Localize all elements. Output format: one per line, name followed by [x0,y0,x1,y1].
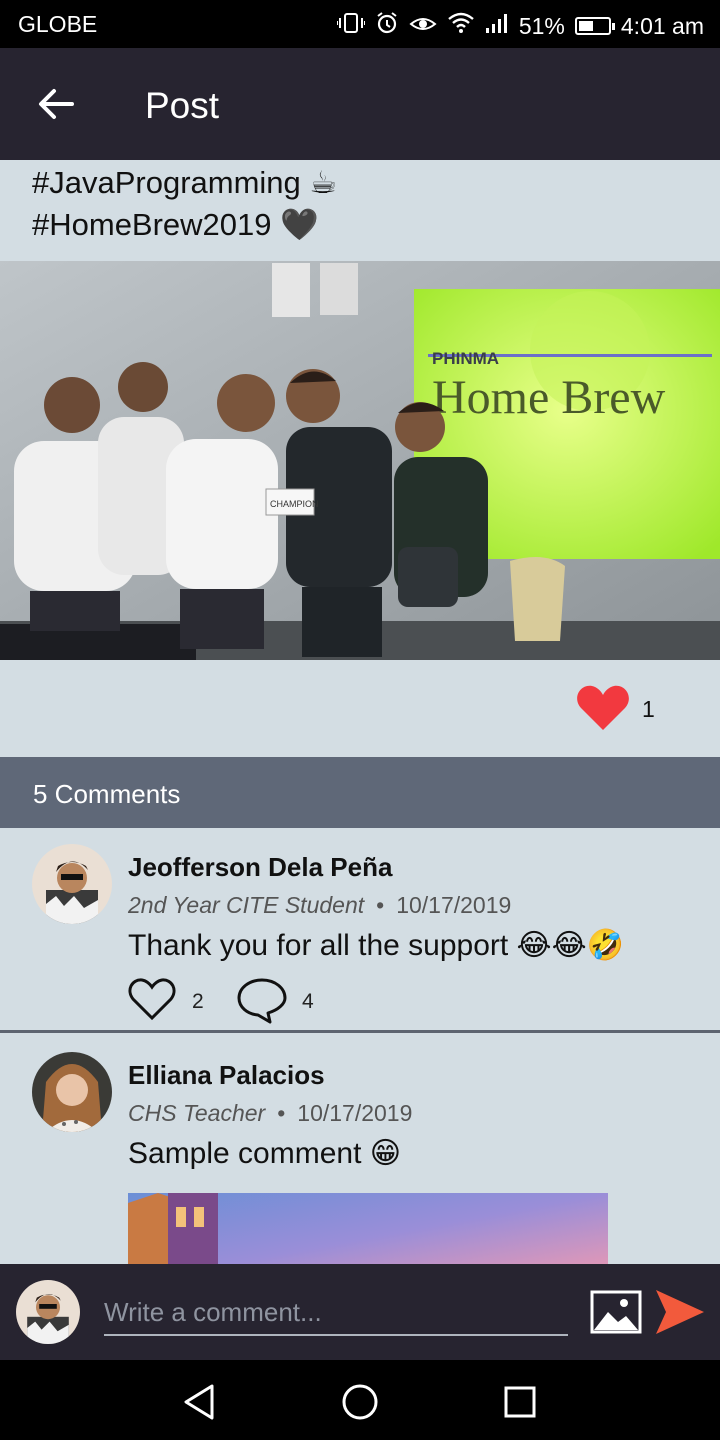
send-icon [656,1290,704,1334]
comment-author-role: CHS Teacher [128,1100,266,1126]
nav-recents-button[interactable] [498,1380,542,1424]
comment-composer [0,1264,720,1360]
nav-home-button[interactable] [338,1380,382,1424]
photo-banner-brand: PHINMA [432,349,499,368]
battery-fill [578,21,593,31]
battery-icon [574,17,615,35]
comment-item: Jeofferson Dela Peña 2nd Year CITE Stude… [0,828,720,1033]
comment-author[interactable]: Jeofferson Dela Peña [128,852,392,883]
meta-separator: • [376,892,385,918]
send-button[interactable] [654,1288,706,1336]
heart-filled-icon [577,685,629,730]
attach-image-button[interactable] [590,1290,642,1334]
status-icons: 51% 4:01 am [335,11,704,41]
alarm-icon [375,11,399,41]
post-likes-row: 1 [0,660,720,757]
heart-outline-icon [128,978,176,1021]
back-button[interactable] [26,78,86,130]
image-icon [590,1290,642,1334]
battery-percent: 51% [518,12,565,39]
comments-count-header: 5 Comments [0,757,720,828]
square-recents-icon [504,1386,536,1418]
eye-icon [409,13,437,40]
photo-banner-title: Home Brew [432,371,666,424]
avatar[interactable] [32,844,112,924]
signal-icon [485,13,509,40]
post-like-button[interactable] [576,684,630,732]
app-bar: Post [0,48,720,160]
status-bar: GLOBE 51% 4:01 am [0,0,720,48]
comment-text: Thank you for all the support 😂😂🤣 [128,929,625,962]
comment-reply-count: 4 [302,990,314,1013]
comment-reply-button[interactable] [236,976,288,1029]
comment-text: Sample comment 😁 [128,1137,402,1170]
post-photo[interactable]: PHINMA Home Brew CHAMPION [0,261,720,660]
photo-check-text: CHAMPION [270,499,319,509]
vibrate-icon [335,12,366,40]
carrier-label: GLOBE [18,11,98,37]
post-like-count: 1 [642,696,655,722]
nav-back-button[interactable] [178,1380,222,1424]
avatar[interactable] [32,1052,112,1132]
clock: 4:01 am [620,12,704,39]
speech-bubble-icon [237,978,287,1024]
meta-separator: • [277,1100,286,1126]
comment-author-role: 2nd Year CITE Student [128,892,365,918]
comment-actions: 2 4 [128,976,428,1024]
comment-item: Elliana Palacios CHS Teacher • 10/17/2019 … [0,1036,720,1264]
comment-input[interactable] [104,1290,568,1336]
comment-date: 10/17/2019 [396,892,512,918]
comment-date: 10/17/2019 [297,1100,413,1126]
comment-meta: CHS Teacher • 10/17/2019 [128,1100,412,1127]
arrow-left-icon [39,89,74,119]
post-text: #JavaProgramming ☕ #HomeBrew2019 🖤 [32,162,337,246]
circle-home-icon [342,1384,378,1420]
current-user-avatar[interactable] [16,1280,80,1344]
comment-author[interactable]: Elliana Palacios [128,1060,325,1091]
comment-attached-image[interactable] [128,1193,608,1264]
system-nav-bar [0,1360,720,1440]
post-hashtag-homebrew: #HomeBrew2019 🖤 [32,207,319,242]
comment-like-button[interactable] [128,976,176,1027]
page-title: Post [145,85,220,126]
triangle-back-icon [184,1384,214,1420]
wifi-icon [447,12,475,40]
comment-like-count: 2 [192,990,204,1013]
post-hashtag-java: #JavaProgramming ☕ [32,165,338,200]
comment-meta: 2nd Year CITE Student • 10/17/2019 [128,892,511,919]
